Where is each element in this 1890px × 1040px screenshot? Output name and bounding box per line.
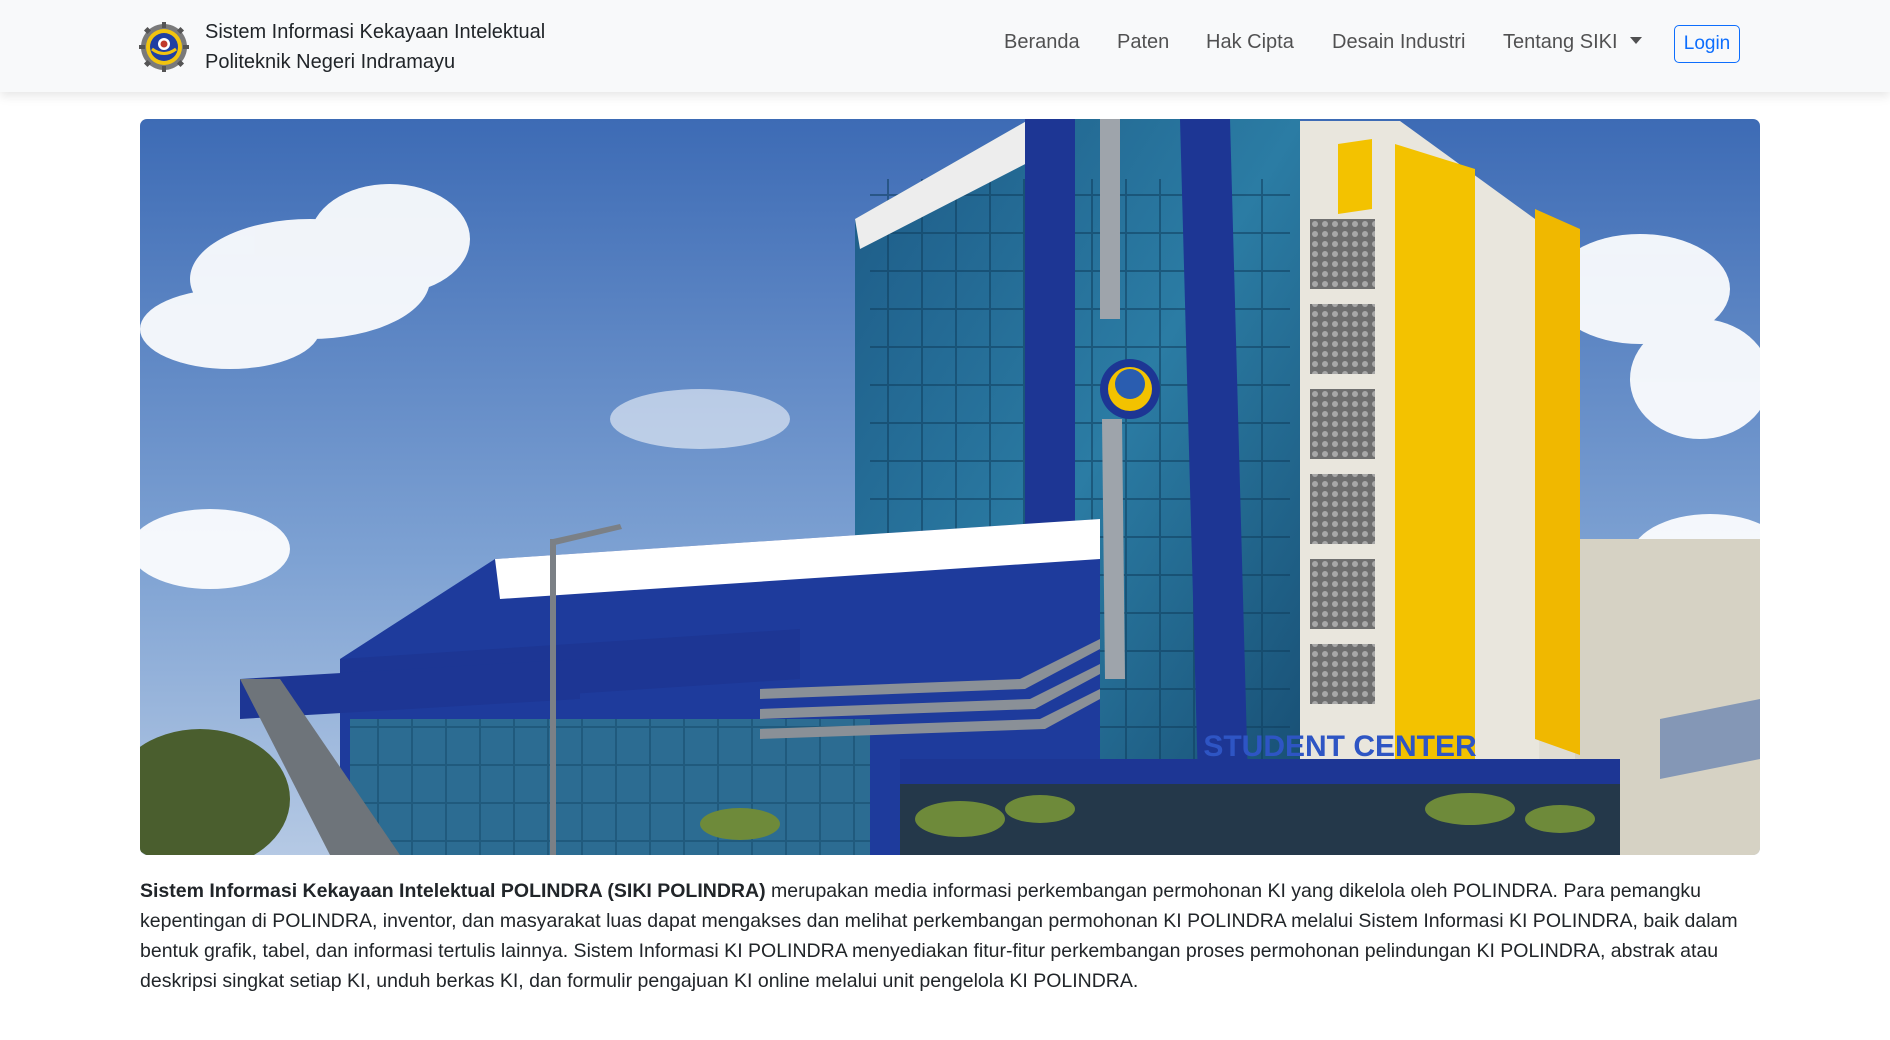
nav-beranda[interactable]: Beranda [1004,24,1080,60]
nav-paten[interactable]: Paten [1117,24,1169,60]
nav-hak-cipta[interactable]: Hak Cipta [1206,24,1294,60]
building-sign: STUDENT CENTER [1203,730,1477,763]
login-button[interactable]: Login [1674,25,1740,63]
nav-tentang-siki-dropdown[interactable]: Tentang SIKI [1503,24,1642,60]
nav-desain-industri[interactable]: Desain Industri [1332,24,1465,60]
navbar: Sistem Informasi Kekayaan Intelektual Po… [0,0,1890,92]
hero-image: STUDENT CENTER [140,119,1760,855]
caret-down-icon [1629,37,1642,44]
description-lead: Sistem Informasi Kekayaan Intelektual PO… [140,880,766,902]
nav-tentang-siki-label: Tentang SIKI [1503,31,1618,53]
main-nav: Beranda Paten Hak Cipta Desain Industri … [0,24,1890,64]
student-center-building-photo: STUDENT CENTER [140,119,1760,855]
site-description: Sistem Informasi Kekayaan Intelektual PO… [140,876,1760,996]
